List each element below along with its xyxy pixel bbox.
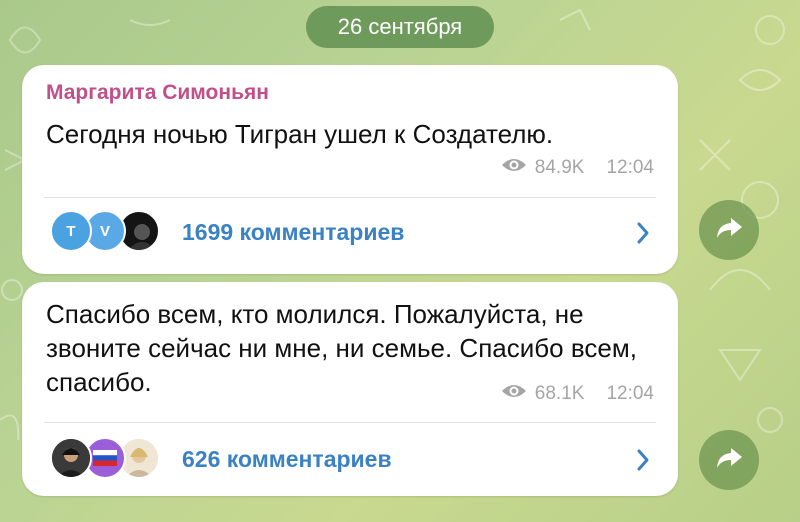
eye-icon xyxy=(501,383,527,405)
message-text: Сегодня ночью Тигран ушел к Создателю. xyxy=(46,119,554,149)
share-arrow-icon xyxy=(715,216,743,245)
sender-name[interactable]: Маргарита Симоньян xyxy=(46,81,269,105)
comments-button[interactable]: T V 1699 комментариев xyxy=(22,205,678,261)
date-badge: 26 сентября xyxy=(306,6,494,48)
comments-button[interactable]: 626 комментариев xyxy=(22,432,678,488)
chevron-right-icon xyxy=(636,448,650,477)
message-meta: 84.9K 12:04 xyxy=(501,157,654,179)
eye-icon xyxy=(501,157,527,179)
message-time: 12:04 xyxy=(606,157,654,178)
avatar xyxy=(50,437,92,479)
message-time: 12:04 xyxy=(606,383,654,404)
share-button[interactable] xyxy=(699,200,759,260)
divider xyxy=(44,197,656,198)
avatar: T xyxy=(50,210,92,252)
message-meta: 68.1K 12:04 xyxy=(501,383,654,405)
view-count: 84.9K xyxy=(534,157,585,178)
divider xyxy=(44,422,656,423)
share-button[interactable] xyxy=(699,430,759,490)
view-count: 68.1K xyxy=(534,383,585,404)
chevron-right-icon xyxy=(636,221,650,250)
comments-count: 626 комментариев xyxy=(182,446,392,472)
comments-count: 1699 комментариев xyxy=(182,219,405,245)
message-bubble: Спасибо всем, кто молился. Пожалуйста, н… xyxy=(22,282,678,496)
message-bubble: Маргарита Симоньян Сегодня ночью Тигран … xyxy=(22,65,678,274)
share-arrow-icon xyxy=(715,446,743,475)
